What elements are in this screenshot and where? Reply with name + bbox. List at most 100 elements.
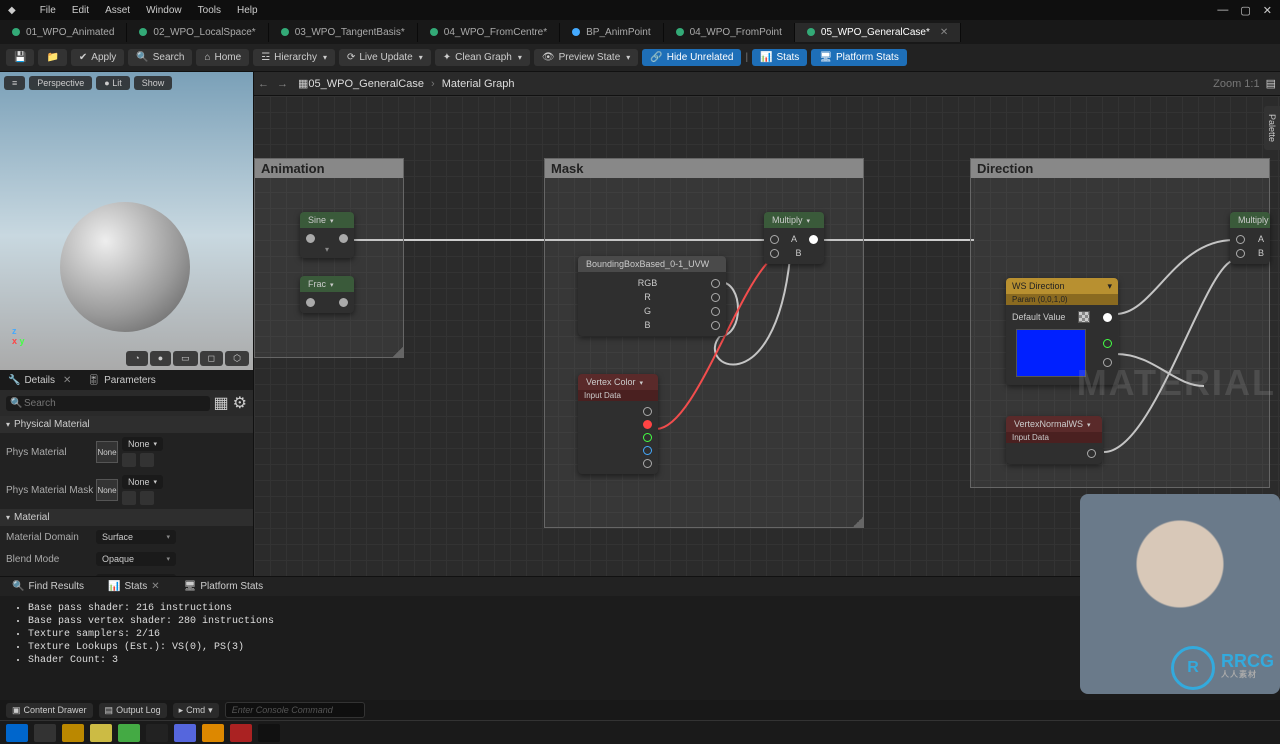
tab-05[interactable]: 05_WPO_GeneralCase*✕	[795, 23, 961, 42]
input-pin-a[interactable]	[1236, 235, 1245, 244]
custom-icon[interactable]: ⬡	[225, 351, 249, 366]
console-input[interactable]: Enter Console Command	[225, 702, 365, 718]
liveupdate-button[interactable]: ⟳Live Update	[339, 49, 431, 66]
taskbar-app[interactable]	[174, 724, 196, 742]
search-button[interactable]: 🔍Search	[128, 49, 192, 66]
taskview-button[interactable]	[34, 724, 56, 742]
browse-button[interactable]: 📁	[38, 49, 66, 66]
palette-panel-tab[interactable]: Palette	[1264, 106, 1280, 150]
browse-icon[interactable]	[140, 491, 154, 505]
close-icon[interactable]: ✕	[151, 581, 159, 592]
palette-icon[interactable]: ▤	[1266, 77, 1276, 90]
output-pin-rgb[interactable]	[1103, 339, 1112, 348]
taskbar-app[interactable]	[258, 724, 280, 742]
output-log-button[interactable]: ▤Output Log	[99, 703, 167, 718]
taskbar-app[interactable]	[90, 724, 112, 742]
apply-button[interactable]: ✔Apply	[71, 49, 124, 66]
node-vertex-normal[interactable]: VertexNormalWS Input Data	[1006, 416, 1102, 464]
perspective-dropdown[interactable]: Perspective	[29, 76, 92, 90]
lit-dropdown[interactable]: ● Lit	[96, 76, 129, 90]
content-drawer-button[interactable]: ▣Content Drawer	[6, 703, 93, 718]
input-pin[interactable]	[306, 234, 315, 243]
output-pin-rgb[interactable]	[711, 279, 720, 288]
taskbar-app[interactable]	[146, 724, 168, 742]
maximize-button[interactable]: ▢	[1240, 4, 1250, 17]
use-icon[interactable]	[122, 453, 136, 467]
asset-thumbnail[interactable]: None	[96, 479, 118, 501]
asset-dropdown[interactable]: None	[122, 437, 163, 451]
tab-find-results[interactable]: 🔍Find Results	[6, 579, 90, 594]
output-pin[interactable]	[1103, 313, 1112, 322]
cleangraph-button[interactable]: ✦Clean Graph	[435, 49, 530, 66]
output-pin-b[interactable]	[711, 321, 720, 330]
nav-fwd-button[interactable]: →	[277, 78, 288, 90]
output-pin[interactable]	[1087, 449, 1096, 458]
previewstate-button[interactable]: 👁Preview State	[534, 49, 638, 66]
node-vertex-color[interactable]: Vertex Color Input Data	[578, 374, 658, 474]
node-boundingbox[interactable]: BoundingBoxBased_0-1_UVW RGB R G B	[578, 256, 726, 336]
output-pin-a[interactable]	[643, 459, 652, 468]
resize-handle[interactable]	[853, 517, 863, 527]
stats-toggle[interactable]: 📊Stats	[752, 49, 807, 66]
blend-mode-dropdown[interactable]: Opaque	[96, 552, 176, 566]
color-swatch-small[interactable]	[1078, 311, 1090, 323]
output-pin[interactable]	[809, 235, 818, 244]
tab-01[interactable]: 01_WPO_Animated	[0, 23, 127, 42]
section-material[interactable]: Material	[0, 509, 253, 526]
sphere-icon[interactable]: ●	[150, 351, 171, 366]
nav-back-button[interactable]: ←	[258, 78, 269, 90]
tab-04b[interactable]: 04_WPO_FromPoint	[664, 23, 795, 42]
menu-asset[interactable]: Asset	[105, 5, 130, 16]
tab-02[interactable]: 02_WPO_LocalSpace*	[127, 23, 268, 42]
minimize-button[interactable]: —	[1217, 4, 1228, 17]
browse-icon[interactable]	[140, 453, 154, 467]
tab-04[interactable]: 04_WPO_FromCentre*	[418, 23, 560, 42]
close-icon[interactable]: ✕	[940, 27, 948, 38]
preview-viewport[interactable]: ≡ Perspective ● Lit Show zx y ◔ ● ▭ ◻ ⬡	[0, 72, 253, 370]
section-physical-material[interactable]: Physical Material	[0, 416, 253, 433]
details-search-input[interactable]	[6, 396, 210, 411]
close-button[interactable]: ✕	[1263, 4, 1272, 17]
use-icon[interactable]	[122, 491, 136, 505]
input-pin-b[interactable]	[1236, 249, 1245, 258]
cmd-dropdown[interactable]: ▸Cmd ▾	[173, 703, 219, 718]
start-button[interactable]	[6, 724, 28, 742]
material-domain-dropdown[interactable]: Surface	[96, 530, 176, 544]
menu-edit[interactable]: Edit	[72, 5, 89, 16]
output-pin[interactable]	[339, 298, 348, 307]
input-pin-b[interactable]	[770, 249, 779, 258]
shading-model-dropdown[interactable]: Default Lit	[96, 574, 176, 576]
home-button[interactable]: ⌂Home	[196, 49, 249, 66]
tab-stats[interactable]: 📊Stats✕	[102, 579, 166, 594]
output-pin[interactable]	[339, 234, 348, 243]
asset-thumbnail[interactable]: None	[96, 441, 118, 463]
node-frac[interactable]: Frac	[300, 276, 354, 313]
asset-dropdown[interactable]: None	[122, 475, 163, 489]
tab-03[interactable]: 03_WPO_TangentBasis*	[269, 23, 418, 42]
menu-window[interactable]: Window	[146, 5, 182, 16]
breadcrumb-asset[interactable]: 05_WPO_GeneralCase	[308, 78, 424, 90]
tab-bp[interactable]: BP_AnimPoint	[560, 23, 663, 42]
menu-file[interactable]: File	[40, 5, 56, 16]
node-multiply-mask[interactable]: Multiply A B	[764, 212, 824, 264]
output-pin-g[interactable]	[643, 433, 652, 442]
taskbar-app[interactable]	[118, 724, 140, 742]
taskbar-app[interactable]	[62, 724, 84, 742]
input-pin[interactable]	[306, 298, 315, 307]
viewport-menu[interactable]: ≡	[4, 76, 25, 90]
preview-shape-buttons[interactable]: ◔ ● ▭ ◻ ⬡	[126, 351, 249, 366]
hierarchy-button[interactable]: ☲Hierarchy	[253, 49, 335, 66]
tab-details[interactable]: 🔧Details✕	[0, 373, 79, 388]
close-icon[interactable]: ✕	[63, 375, 71, 386]
plane-icon[interactable]: ▭	[173, 351, 198, 366]
output-pin-rgba[interactable]	[643, 407, 652, 416]
tab-parameters[interactable]: 🎚Parameters	[79, 373, 163, 388]
grid-icon[interactable]: ▦	[214, 393, 229, 413]
taskbar-app[interactable]	[230, 724, 252, 742]
node-sine[interactable]: Sine ▾	[300, 212, 354, 258]
platformstats-toggle[interactable]: 🖥Platform Stats	[811, 49, 907, 66]
save-button[interactable]: 💾	[6, 49, 34, 66]
hideunrelated-button[interactable]: 🔗Hide Unrelated	[642, 49, 741, 66]
node-multiply-direction[interactable]: Multiply A B	[1230, 212, 1270, 264]
expand-icon[interactable]: ▾	[306, 245, 348, 254]
